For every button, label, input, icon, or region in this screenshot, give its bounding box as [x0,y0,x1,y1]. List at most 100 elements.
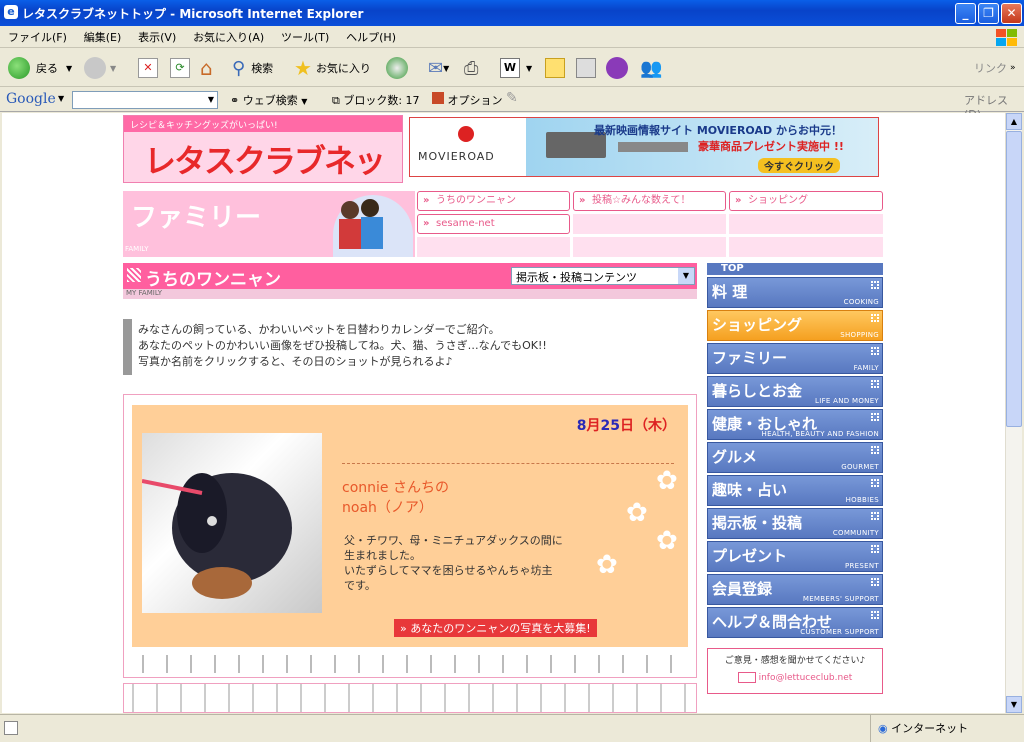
site-logo-banner[interactable]: レシピ＆キッチングッズがいっぱい! レタスクラブネット [123,115,403,226]
sidebar-item-community[interactable]: 掲示板・投稿 COMMUNITY [707,508,883,539]
web-search-button[interactable]: ⚭ ウェブ検索 ▼ [230,92,307,108]
word-icon: W [500,58,520,78]
dots-icon [871,446,879,454]
vertical-scrollbar[interactable]: ▲ ▼ [1005,113,1022,713]
binoculars-icon: ⚭ [230,94,240,107]
popup-blocker-button[interactable]: ⧉ ブロック数: 17 [332,92,420,108]
refresh-button[interactable]: ⟳ [170,54,190,82]
home-button[interactable]: ⌂ [200,54,213,82]
nav-empty-slot [729,237,883,257]
messenger-button[interactable]: 👥 [640,54,662,82]
search-button[interactable]: ⚲ 検索 [232,54,273,82]
menu-favorites[interactable]: お気に入り(A) [188,26,269,48]
close-button[interactable]: ✕ [1001,3,1022,24]
stop-icon: ✕ [138,58,158,78]
sidebar-item-gourmet[interactable]: グルメ GOURMET [707,442,883,473]
messenger-people-icon: 👥 [640,57,663,79]
pet-date: 8月25日（木） [576,418,676,434]
links-label[interactable]: リンク [974,54,1007,82]
mail-button[interactable]: ✉ ▼ [428,54,449,82]
discuss-button[interactable] [545,54,565,82]
chevron-right-icon: » [400,622,411,635]
google-search-input[interactable]: ▼ [72,91,218,109]
menu-file[interactable]: ファイル(F) [3,26,72,48]
sidebar-item-shopping[interactable]: ショッピング SHOPPING [707,310,883,341]
category-sidebar: TOP 料 理 COOKING ショッピング SHOPPING ファミリー FAMIL… [707,263,883,694]
minimize-button[interactable]: _ [955,3,976,24]
google-logo[interactable]: Google [6,91,56,107]
printer-icon: ⎙ [464,57,479,79]
maximize-button[interactable]: ❐ [978,3,999,24]
dots-icon [871,545,879,553]
research-button[interactable] [576,54,596,82]
feedback-box: ご意見・感想を聞かせてください♪ info@lettuceclub.net [707,648,883,694]
sidebar-item-cooking[interactable]: 料 理 COOKING [707,277,883,308]
scroll-up-button[interactable]: ▲ [1006,113,1022,130]
favorites-button[interactable]: ★ お気に入り [294,54,371,82]
mail-icon: ✉ [428,57,444,79]
pet-calendar: 8月25日（木） connie さんちの noah（ノア） 父・チワワ、母・ミニ… [123,394,697,678]
google-menu-arrow-icon[interactable]: ▼ [58,94,64,103]
menu-edit[interactable]: 編集(E) [79,26,127,48]
sidebar-top-link[interactable]: TOP [707,263,883,275]
feedback-text: ご意見・感想を聞かせてください♪ [724,656,866,666]
divider [342,463,674,464]
windows-logo-icon [994,27,1020,47]
stop-button[interactable]: ✕ [138,54,158,82]
paw-prints-decoration: ✿ ✿ ✿ ✿ [592,465,688,585]
google-toolbar: Google ▼ ▼ ⚭ ウェブ検索 ▼ ⧉ ブロック数: 17 オプション ✎… [0,88,1024,121]
menu-bar: ファイル(F) 編集(E) 表示(V) お気に入り(A) ツール(T) ヘルプ(… [0,26,1024,48]
forward-button[interactable]: ▼ [84,54,116,82]
scroll-thumb[interactable] [1006,131,1022,427]
pet-name[interactable]: noah（ノア） [342,497,433,517]
sidebar-item-health[interactable]: 健康・おしゃれ HEALTH, BEAUTY AND FASHION [707,409,883,440]
sidebar-item-present[interactable]: プレゼント PRESENT [707,541,883,572]
recorder-image [618,142,688,152]
menu-tools[interactable]: ツール(T) [276,26,334,48]
sidebar-item-life-money[interactable]: 暮らしとお金 LIFE AND MONEY [707,376,883,407]
nav-my-pets[interactable]: うちのワンニャン [417,191,570,211]
edit-button[interactable]: W ▼ [500,54,532,82]
sidebar-item-hobbies[interactable]: 趣味・占い HOBBIES [707,475,883,506]
menu-help[interactable]: ヘルプ(H) [341,26,401,48]
site-tagline: レシピ＆キッチングッズがいっぱい! [124,116,402,132]
popup-block-icon: ⧉ [332,94,340,107]
scroll-down-button[interactable]: ▼ [1006,696,1022,713]
paw-icon: ✿ [626,498,648,528]
history-button[interactable] [386,54,408,82]
dog-image [141,473,292,599]
pet-card: 8月25日（木） connie さんちの noah（ノア） 父・チワワ、母・ミニ… [132,405,688,647]
nav-vote[interactable]: 投稿☆みんな数えて！ [573,191,726,211]
status-bar: ◉ インターネット [0,714,1024,742]
email-link[interactable]: info@lettuceclub.net [708,672,882,683]
family-en: FAMILY [125,245,149,253]
dots-icon [871,347,879,355]
next-calendar-card [123,683,697,713]
recruit-button[interactable]: » あなたのワンニャンの写真を大募集! [394,619,597,637]
dots-icon [871,611,879,619]
menu-view[interactable]: 表示(V) [133,26,181,48]
sidebar-item-support[interactable]: ヘルプ＆問合わせ CUSTOMER SUPPORT [707,607,883,638]
links-chevron-icon[interactable]: » [1010,54,1016,82]
family-title: ファミリー [131,203,262,233]
dots-icon [871,314,879,322]
paw-icon: ✿ [656,526,678,556]
movie-cta-button[interactable]: 今すぐクリック [758,158,840,173]
pet-owner[interactable]: connie さんちの [342,477,449,497]
content-select[interactable]: 掲示板・投稿コンテンツ ▼ [511,267,695,285]
options-button[interactable]: オプション [432,92,503,108]
family-illustration [333,195,413,257]
print-button[interactable]: ⎙ [464,54,478,82]
nav-sesame-net[interactable]: sesame-net [417,214,570,234]
back-button[interactable]: 戻る ▼ [8,54,72,82]
pet-description: 父・チワワ、母・ミニチュアダックスの間に 生まれました。 いたずらしてママを困ら… [344,534,563,592]
pet-photo[interactable] [141,433,322,613]
sidebar-item-family[interactable]: ファミリー FAMILY [707,343,883,374]
page-status-icon [4,721,18,735]
family-header: ファミリー FAMILY [123,191,415,257]
sidebar-item-members[interactable]: 会員登録 MEMBERS' SUPPORT [707,574,883,605]
messenger-yahoo-button[interactable] [606,54,628,82]
nav-shopping[interactable]: ショッピング [729,191,883,211]
movieroad-ad[interactable]: MOVIEROAD 最新映画情報サイト MOVIEROAD からお中元！ 豪華商… [409,117,879,177]
highlighter-icon[interactable]: ✎ [506,90,518,106]
